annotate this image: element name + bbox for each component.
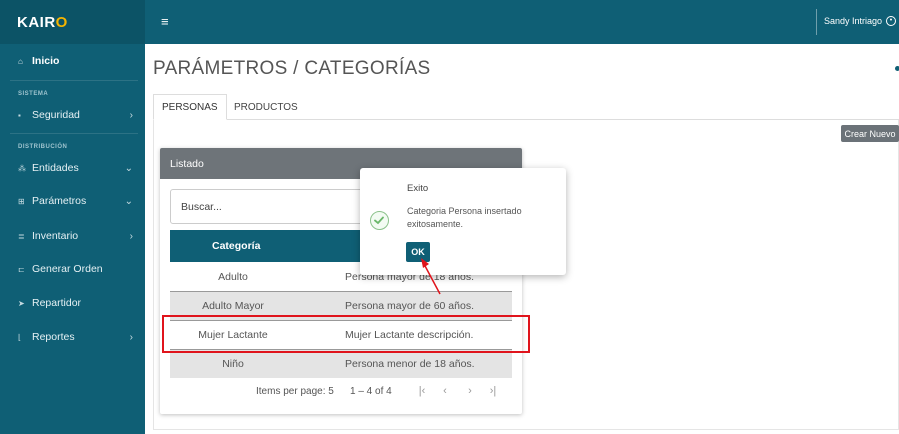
sidebar-item-parametros[interactable]: ⊞ Parámetros ⌄: [0, 190, 145, 212]
dialog-message: Categoria Persona insertado exitosamente…: [407, 206, 522, 229]
column-header-category[interactable]: Categoría: [212, 240, 260, 252]
dialog-title: Exito: [407, 183, 429, 194]
items-per-page[interactable]: Items per page: 5: [256, 386, 334, 397]
tab-personas[interactable]: PERSONAS: [153, 94, 227, 120]
items-per-page-value: 5: [328, 386, 334, 397]
sidebar-item-label: Repartidor: [32, 297, 82, 309]
cell-category: Adulto Mayor: [202, 300, 264, 312]
sidebar-item-label: Inventario: [32, 230, 79, 242]
brand-logo[interactable]: KAIR O: [0, 0, 145, 44]
sitemap-icon: ⊞: [18, 196, 25, 206]
table-row[interactable]: Niño Persona menor de 18 años.: [170, 350, 512, 378]
annotation-arrow-icon: [421, 258, 441, 295]
sidebar-item-label: Parámetros: [32, 195, 87, 207]
tabs: PERSONAS PRODUCTOS: [153, 94, 899, 120]
sidebar-divider: [10, 80, 138, 81]
create-new-button[interactable]: Crear Nuevo: [841, 125, 899, 142]
chevron-right-icon: ›: [129, 230, 133, 242]
previous-page-icon[interactable]: ‹: [436, 382, 454, 400]
sidebar-item-label: Generar Orden: [32, 263, 103, 275]
brand-suffix: O: [55, 13, 68, 31]
chart-icon: ⌊: [18, 332, 22, 342]
sidebar-item-label: Reportes: [32, 331, 75, 343]
users-icon: ⁂: [18, 163, 26, 173]
first-page-icon[interactable]: |‹: [413, 382, 431, 400]
lock-icon: ▪: [18, 110, 21, 120]
chevron-right-icon: ›: [129, 109, 133, 121]
home-icon: ⌂: [18, 56, 23, 66]
last-page-icon[interactable]: ›|: [484, 382, 502, 400]
paginator: Items per page: 5 1 – 4 of 4 |‹ ‹ › ›|: [170, 380, 512, 402]
sidebar-item-reportes[interactable]: ⌊ Reportes ›: [0, 326, 145, 348]
user-name: Sandy Intriago: [823, 16, 882, 26]
chevron-down-icon: ⌄: [124, 162, 133, 174]
page-range: 1 – 4 of 4: [350, 386, 392, 397]
highlight-annotation: [162, 315, 530, 353]
section-label-sistema: SISTEMA: [18, 91, 49, 97]
list-icon: ≣: [18, 231, 25, 241]
sidebar-item-label: Seguridad: [32, 109, 80, 121]
user-circle-icon: •: [886, 16, 896, 26]
next-page-icon[interactable]: ›: [461, 382, 479, 400]
topbar-separator: [816, 9, 817, 35]
cell-description: Persona mayor de 60 años.: [345, 300, 474, 312]
status-dot: [895, 66, 899, 71]
sidebar-item-seguridad[interactable]: ▪ Seguridad ›: [0, 104, 145, 126]
sidebar: KAIR O ⌂ Inicio SISTEMA ▪ Seguridad › DIS…: [0, 0, 145, 434]
sidebar-item-inventario[interactable]: ≣ Inventario ›: [0, 225, 145, 247]
page-title: PARÁMETROS / CATEGORÍAS: [153, 58, 431, 79]
sidebar-item-entidades[interactable]: ⁂ Entidades ⌄: [0, 157, 145, 179]
sidebar-item-repartidor[interactable]: ➤ Repartidor: [0, 292, 145, 314]
cell-description: Persona menor de 18 años.: [345, 358, 475, 370]
search-input[interactable]: Buscar...: [170, 189, 380, 224]
chevron-right-icon: ›: [129, 331, 133, 343]
items-per-page-label: Items per page:: [256, 386, 326, 397]
sidebar-item-label: Entidades: [32, 162, 79, 174]
check-circle-icon: [370, 211, 389, 230]
cell-category: Adulto: [218, 271, 248, 283]
section-label-distribucion: DISTRIBUCIÓN: [18, 144, 68, 150]
sidebar-divider: [10, 133, 138, 134]
chevron-down-icon: ⌄: [124, 195, 133, 207]
cell-category: Niño: [222, 358, 244, 370]
hamburger-icon[interactable]: ≡: [161, 14, 169, 29]
brand-prefix: KAIR: [17, 13, 56, 31]
sidebar-item-label: Inicio: [32, 55, 60, 67]
tab-productos[interactable]: PRODUCTOS: [226, 94, 306, 120]
sidebar-item-generar-orden[interactable]: ⊏ Generar Orden: [0, 258, 145, 280]
send-icon: ➤: [18, 298, 25, 308]
cart-icon: ⊏: [18, 264, 25, 274]
sidebar-item-inicio[interactable]: ⌂ Inicio: [0, 50, 145, 72]
top-bar: ≡ Sandy Intriago •: [145, 0, 899, 44]
user-menu[interactable]: Sandy Intriago •: [824, 16, 896, 26]
